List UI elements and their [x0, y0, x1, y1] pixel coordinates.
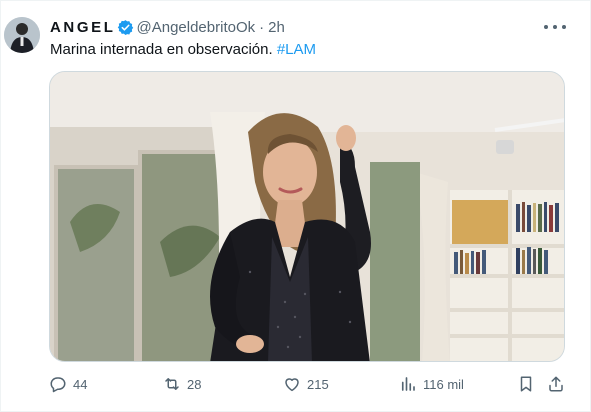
like-button[interactable]: 215 [283, 373, 329, 395]
like-count: 215 [307, 376, 329, 392]
more-options-icon[interactable] [544, 20, 566, 34]
tweet-text: Marina internada en observación. #LAM [50, 40, 316, 59]
verified-badge-icon [117, 19, 134, 36]
hashtag-link[interactable]: #LAM [277, 41, 316, 58]
retweet-button[interactable]: 28 [163, 373, 201, 395]
views-bar-chart-icon [401, 377, 415, 391]
reply-count: 44 [73, 376, 88, 392]
views-count: 116 mil [423, 376, 464, 392]
action-bar: 44 28 215 116 mil [1, 373, 591, 395]
tweet-body: Marina internada en observación. [50, 41, 277, 58]
tweet-header: ANGEL @AngeldebritoOk · 2h [50, 18, 285, 36]
avatar[interactable] [4, 17, 40, 53]
share-button[interactable] [547, 373, 565, 395]
retweet-count: 28 [187, 376, 202, 392]
reply-button[interactable]: 44 [49, 373, 87, 395]
bookmark-button[interactable] [517, 373, 535, 395]
tweet-photo[interactable] [49, 71, 565, 362]
tweet-card[interactable]: ANGEL @AngeldebritoOk · 2h Marina intern… [0, 0, 591, 412]
bookmark-icon [520, 376, 532, 392]
timestamp[interactable]: 2h [268, 19, 285, 36]
heart-icon [285, 378, 299, 392]
reply-icon [50, 377, 66, 393]
views-button[interactable]: 116 mil [399, 373, 464, 395]
share-icon [549, 376, 563, 392]
separator-dot: · [259, 18, 265, 36]
display-name[interactable]: ANGEL [50, 19, 116, 36]
retweet-icon [165, 378, 179, 390]
user-handle[interactable]: @AngeldebritoOk [137, 19, 256, 36]
